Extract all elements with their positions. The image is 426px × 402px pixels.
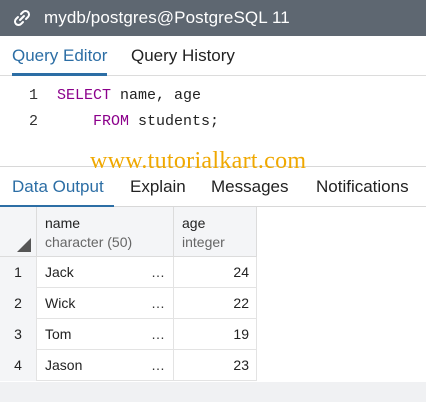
cell-value: Jack bbox=[45, 264, 74, 280]
sql-indent bbox=[57, 113, 93, 130]
sql-text: name, age bbox=[111, 87, 202, 104]
row-number[interactable]: 1 bbox=[0, 257, 37, 288]
age-cell[interactable]: 24 bbox=[174, 257, 257, 288]
truncation-marker: … bbox=[151, 295, 165, 311]
query-tool-titlebar: mydb/postgres@PostgreSQL 11 bbox=[0, 0, 426, 36]
cell-value: Wick bbox=[45, 295, 76, 311]
column-type: integer bbox=[182, 234, 225, 250]
column-name: age bbox=[182, 215, 206, 231]
truncation-marker: … bbox=[151, 326, 165, 342]
truncation-marker: … bbox=[151, 264, 165, 280]
result-grid: name character (50) age integer 1 Jack … … bbox=[0, 207, 257, 381]
watermark-text: www.tutorialkart.com bbox=[90, 148, 307, 174]
sql-keyword: FROM bbox=[93, 113, 130, 130]
cell-value: Jason bbox=[45, 357, 83, 373]
tab-notifications[interactable]: Notifications bbox=[316, 167, 409, 207]
truncation-marker: … bbox=[151, 357, 165, 373]
table-row[interactable]: 1 Jack … 24 bbox=[0, 257, 257, 288]
name-cell[interactable]: Jack … bbox=[37, 257, 174, 288]
column-header-age[interactable]: age integer bbox=[174, 207, 257, 257]
connection-link-icon[interactable] bbox=[0, 0, 44, 36]
row-number[interactable]: 4 bbox=[0, 350, 37, 381]
line-number: 2 bbox=[28, 113, 38, 130]
line-number: 1 bbox=[28, 87, 38, 104]
code-line: SELECT name, age bbox=[57, 87, 201, 104]
age-cell[interactable]: 22 bbox=[174, 288, 257, 319]
column-type: character (50) bbox=[45, 234, 133, 250]
age-cell[interactable]: 19 bbox=[174, 319, 257, 350]
tab-query-editor[interactable]: Query Editor bbox=[12, 36, 108, 76]
connection-title: mydb/postgres@PostgreSQL 11 bbox=[44, 8, 290, 27]
editor-tab-bar: Query Editor Query History bbox=[0, 36, 426, 76]
table-row[interactable]: 4 Jason … 23 bbox=[0, 350, 257, 381]
age-cell[interactable]: 23 bbox=[174, 350, 257, 381]
name-cell[interactable]: Jason … bbox=[37, 350, 174, 381]
sql-text: students; bbox=[129, 113, 220, 130]
table-row[interactable]: 3 Tom … 19 bbox=[0, 319, 257, 350]
name-cell[interactable]: Tom … bbox=[37, 319, 174, 350]
row-number[interactable]: 2 bbox=[0, 288, 37, 319]
grid-header: name character (50) age integer bbox=[0, 207, 257, 257]
row-number[interactable]: 3 bbox=[0, 319, 37, 350]
name-cell[interactable]: Wick … bbox=[37, 288, 174, 319]
code-line: FROM students; bbox=[57, 113, 219, 130]
grid-footer-strip bbox=[0, 382, 426, 402]
select-all-corner-icon bbox=[17, 238, 31, 252]
cell-value: Tom bbox=[45, 326, 72, 342]
column-header-name[interactable]: name character (50) bbox=[37, 207, 174, 257]
tab-query-history[interactable]: Query History bbox=[131, 36, 235, 76]
column-name: name bbox=[45, 215, 81, 231]
sql-keyword: SELECT bbox=[57, 87, 112, 104]
table-row[interactable]: 2 Wick … 22 bbox=[0, 288, 257, 319]
grid-corner[interactable] bbox=[0, 207, 37, 257]
